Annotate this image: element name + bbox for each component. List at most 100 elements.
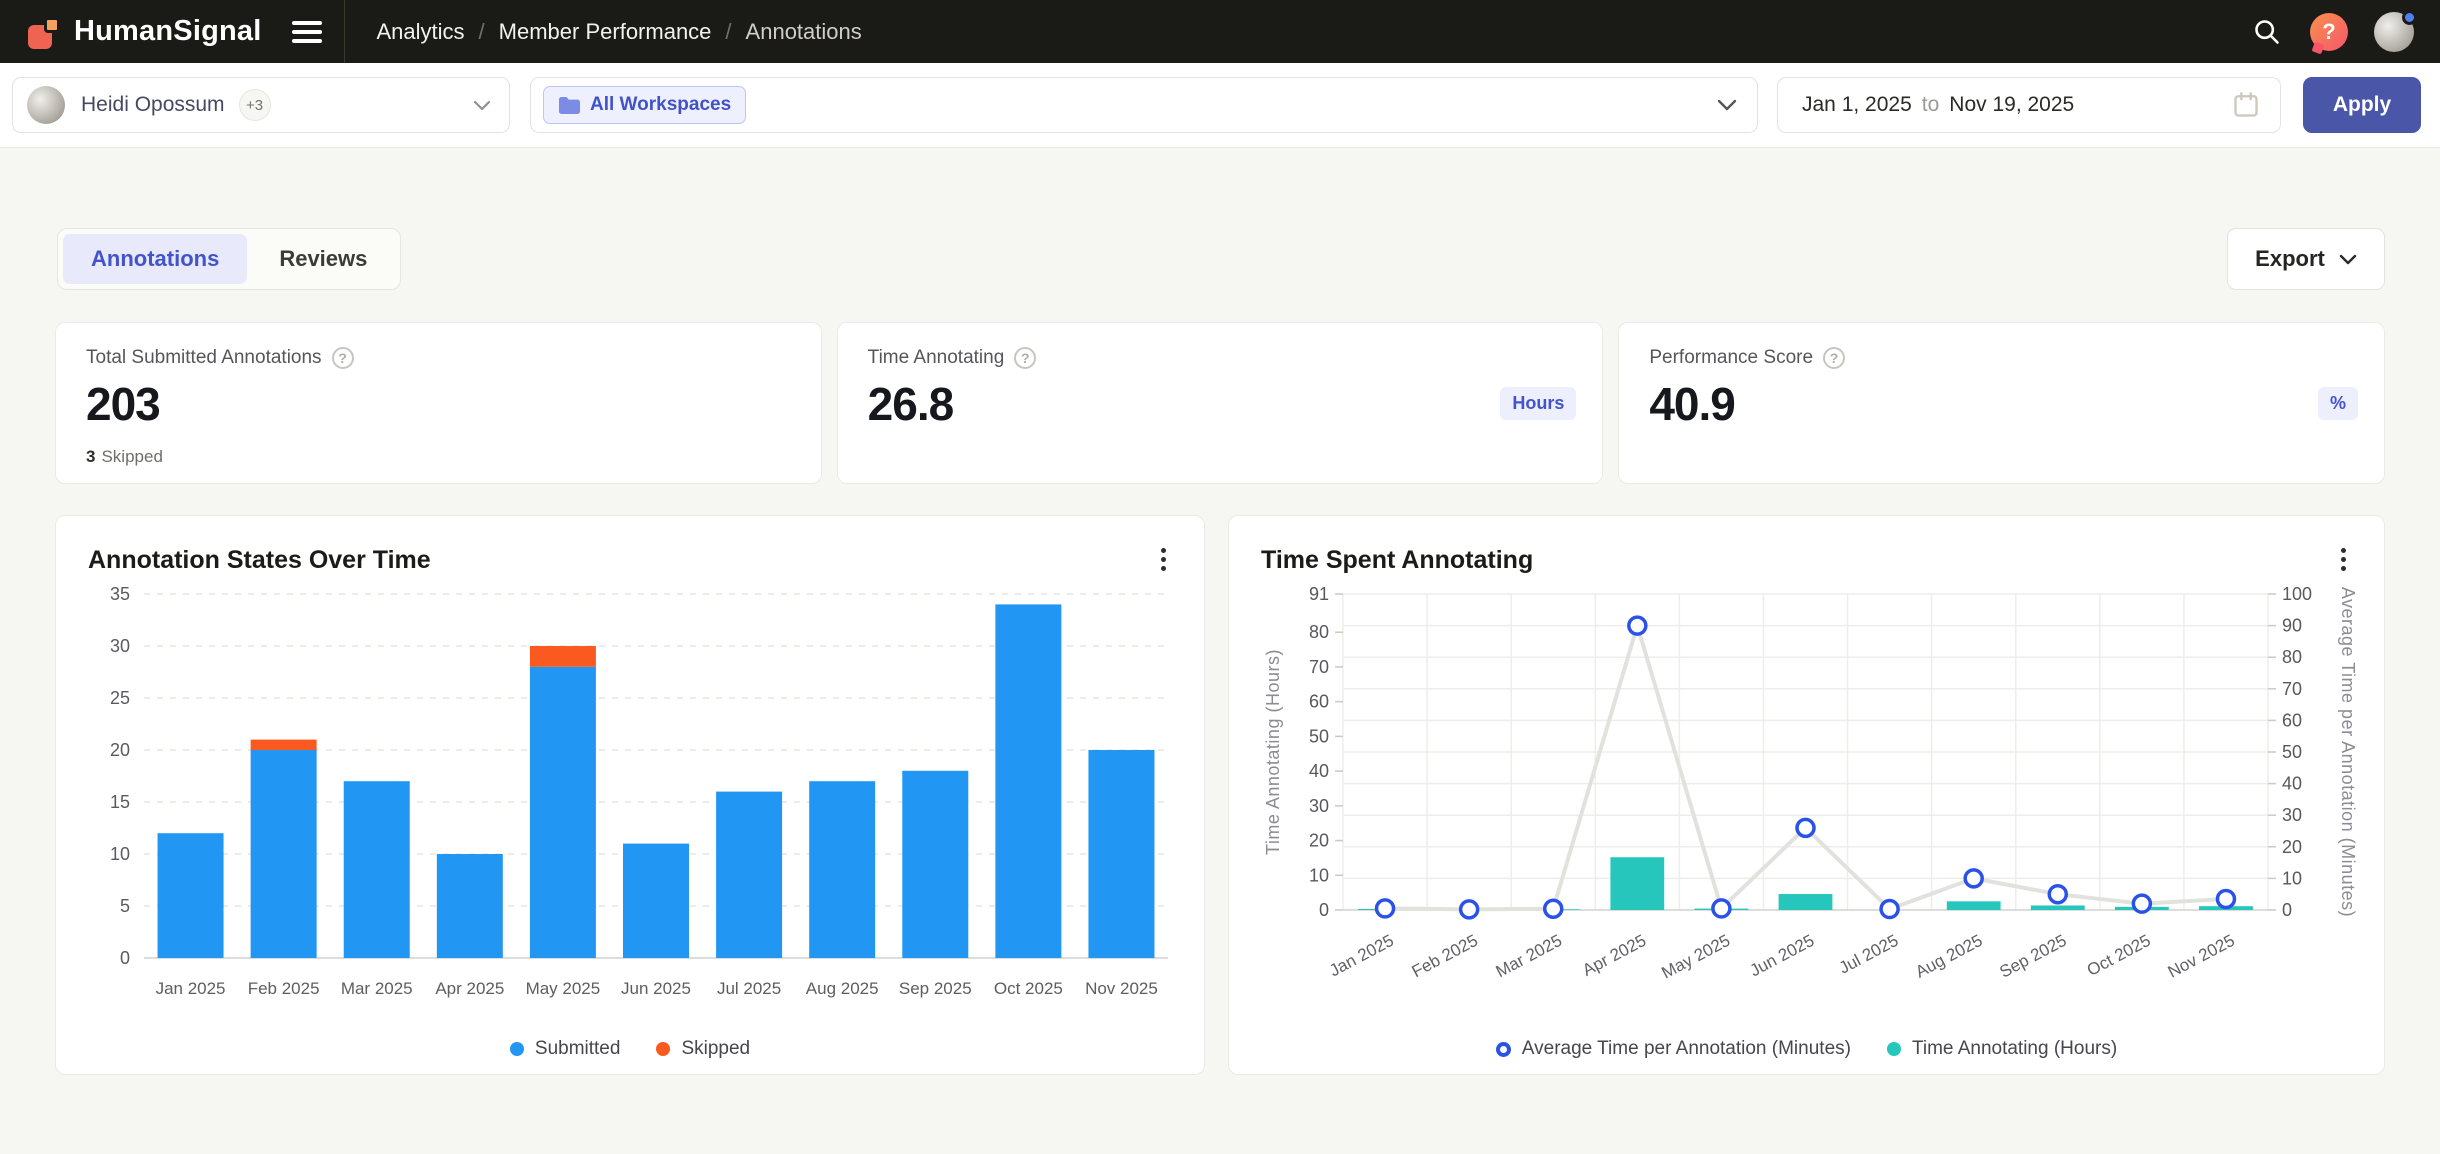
minutes-marker-jun-2025: [1797, 819, 1814, 836]
legend-dot-icon: [510, 1042, 524, 1056]
x-tick-label: Feb 2025: [1409, 931, 1481, 982]
left-y-tick-label: 0: [1319, 900, 1329, 920]
y-tick-label: 30: [110, 636, 130, 656]
chevron-down-icon: [1717, 99, 1737, 111]
y-tick-label: 0: [120, 948, 130, 968]
user-avatar[interactable]: [2374, 12, 2414, 52]
legend-item-time-annotating-hours[interactable]: Time Annotating (Hours): [1887, 1038, 2117, 1060]
left-y-tick-label: 91: [1309, 584, 1329, 604]
help-circle-icon[interactable]: ?: [1014, 347, 1036, 369]
humansignal-logo[interactable]: HumanSignal: [28, 15, 262, 49]
minutes-marker-nov-2025: [2217, 890, 2234, 907]
chart-title: Time Spent Annotating: [1261, 546, 1533, 575]
x-tick-label: Feb 2025: [248, 979, 320, 998]
x-tick-label: Apr 2025: [435, 979, 504, 998]
x-tick-label: May 2025: [526, 979, 601, 998]
right-y-tick-label: 80: [2282, 647, 2302, 667]
calendar-icon: [2232, 91, 2260, 119]
help-circle-icon[interactable]: ?: [1823, 347, 1845, 369]
x-tick-label: Aug 2025: [806, 979, 879, 998]
unit-badge-hours: Hours: [1500, 387, 1576, 420]
x-tick-label: Jul 2025: [717, 979, 781, 998]
submitted-bar-feb-2025: [251, 750, 317, 958]
x-tick-label: Jan 2025: [1326, 931, 1397, 981]
search-icon[interactable]: [2250, 15, 2284, 49]
x-tick-label: Apr 2025: [1579, 931, 1649, 980]
date-range-input[interactable]: Jan 1, 2025 to Nov 19, 2025: [1777, 77, 2281, 133]
legend-item-skipped[interactable]: Skipped: [656, 1038, 750, 1060]
left-axis-title: Time Annotating (Hours): [1263, 649, 1283, 855]
right-y-tick-label: 100: [2282, 584, 2312, 604]
stat-title: Total Submitted Annotations: [86, 347, 322, 369]
x-tick-label: Oct 2025: [994, 979, 1063, 998]
date-from: Jan 1, 2025: [1802, 93, 1912, 117]
submitted-bar-jul-2025: [716, 792, 782, 958]
export-label: Export: [2255, 246, 2325, 272]
stat-value: 26.8: [868, 377, 1573, 431]
skipped-count: 3: [86, 447, 95, 466]
x-tick-label: Mar 2025: [341, 979, 413, 998]
hamburger-menu-icon[interactable]: [292, 21, 322, 43]
unit-badge-percent: %: [2318, 387, 2358, 420]
breadcrumb: Analytics / Member Performance / Annotat…: [377, 19, 862, 45]
minutes-marker-feb-2025: [1461, 901, 1478, 918]
legend-label: Submitted: [535, 1038, 621, 1060]
x-tick-label: Nov 2025: [1085, 979, 1158, 998]
breadcrumb-member-performance[interactable]: Member Performance: [499, 19, 712, 45]
all-workspaces-chip[interactable]: All Workspaces: [543, 86, 746, 124]
legend-item-submitted[interactable]: Submitted: [510, 1038, 621, 1060]
apply-button[interactable]: Apply: [2303, 77, 2421, 133]
chart-legend: Average Time per Annotation (Minutes) Tim…: [1229, 1038, 2384, 1060]
charts-row: Annotation States Over Time 051015202530…: [55, 515, 2385, 1075]
minutes-marker-sep-2025: [2049, 886, 2066, 903]
right-y-tick-label: 0: [2282, 900, 2292, 920]
left-y-tick-label: 10: [1309, 865, 1329, 885]
skipped-label: Skipped: [101, 447, 162, 466]
workspace-select[interactable]: All Workspaces: [530, 77, 1758, 133]
annotation-states-chart: 05101520253035Jan 2025Feb 2025Mar 2025Ap…: [86, 580, 1176, 1020]
minutes-marker-jul-2025: [1881, 901, 1898, 918]
right-y-tick-label: 90: [2282, 616, 2302, 636]
legend-item-average-time-per-annotation-minutes[interactable]: Average Time per Annotation (Minutes): [1496, 1038, 1851, 1060]
right-y-tick-label: 70: [2282, 679, 2302, 699]
workspaces-chip-label: All Workspaces: [590, 94, 731, 116]
status-dot: [2402, 10, 2417, 25]
date-separator: to: [1922, 93, 1940, 117]
member-select[interactable]: Heidi Opossum +3: [12, 77, 510, 133]
left-y-tick-label: 80: [1309, 622, 1329, 642]
legend-label: Time Annotating (Hours): [1912, 1038, 2117, 1060]
tab-annotations[interactable]: Annotations: [63, 234, 247, 284]
legend-label: Average Time per Annotation (Minutes): [1522, 1038, 1851, 1060]
breadcrumb-analytics[interactable]: Analytics: [377, 19, 465, 45]
legend-dot-icon: [1887, 1042, 1901, 1056]
chart-menu-kebab-icon[interactable]: [2328, 544, 2358, 574]
left-y-tick-label: 50: [1309, 726, 1329, 746]
minutes-marker-jan-2025: [1377, 900, 1394, 917]
chart-menu-kebab-icon[interactable]: [1148, 544, 1178, 574]
chevron-down-icon: [473, 100, 491, 111]
annotation-states-card: Annotation States Over Time 051015202530…: [55, 515, 1205, 1075]
navbar-divider: [344, 0, 345, 63]
submitted-bar-mar-2025: [344, 781, 410, 958]
right-y-tick-label: 50: [2282, 742, 2302, 762]
submitted-bar-may-2025: [530, 667, 596, 958]
left-y-tick-label: 40: [1309, 761, 1329, 781]
logo-text: HumanSignal: [74, 15, 262, 48]
stat-footer: 3 Skipped: [86, 447, 163, 467]
x-tick-label: Sep 2025: [1996, 931, 2069, 982]
left-y-tick-label: 20: [1309, 831, 1329, 851]
submitted-bar-nov-2025: [1088, 750, 1154, 958]
breadcrumb-annotations: Annotations: [746, 19, 862, 45]
tab-reviews[interactable]: Reviews: [251, 234, 395, 284]
y-tick-label: 20: [110, 740, 130, 760]
x-tick-label: Oct 2025: [2084, 931, 2154, 980]
submitted-bar-oct-2025: [995, 604, 1061, 958]
export-button[interactable]: Export: [2227, 228, 2385, 290]
member-name: Heidi Opossum: [81, 93, 225, 117]
right-axis-title: Average Time per Annotation (Minutes): [2338, 587, 2356, 917]
help-bubble-icon[interactable]: ?: [2310, 13, 2348, 51]
chart-legend: Submitted Skipped: [56, 1038, 1204, 1060]
help-circle-icon[interactable]: ?: [332, 347, 354, 369]
y-tick-label: 5: [120, 896, 130, 916]
y-tick-label: 10: [110, 844, 130, 864]
